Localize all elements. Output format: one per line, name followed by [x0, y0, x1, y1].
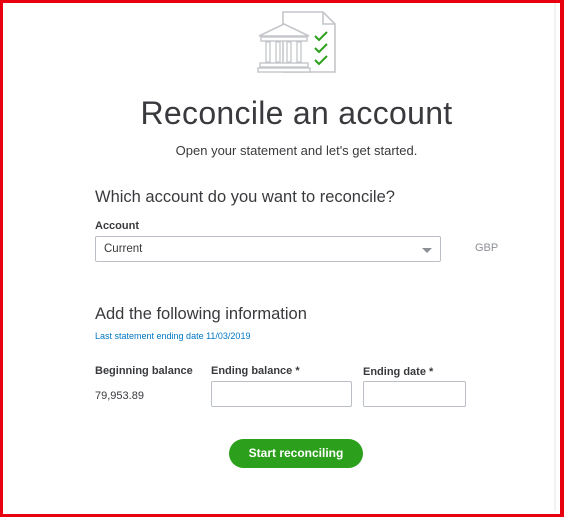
ending-date-input[interactable]	[363, 381, 466, 407]
beginning-balance-value: 79,953.89	[95, 390, 144, 402]
account-select[interactable]: Current	[95, 236, 441, 262]
currency-label: GBP	[475, 242, 499, 254]
ending-balance-input[interactable]	[211, 381, 352, 407]
scrollbar-track	[554, 3, 556, 511]
account-section-heading: Which account do you want to reconcile?	[95, 188, 395, 206]
beginning-balance-label: Beginning balance	[95, 365, 193, 377]
bank-checklist-icon	[257, 11, 336, 73]
info-section-heading: Add the following information	[95, 305, 307, 323]
page-title: Reconcile an account	[140, 95, 453, 131]
account-label: Account	[95, 220, 139, 232]
ending-balance-label: Ending balance *	[211, 365, 300, 377]
page-subtitle: Open your statement and let's get starte…	[175, 143, 418, 158]
ending-date-label: Ending date *	[363, 366, 434, 378]
start-reconciling-button[interactable]: Start reconciling	[229, 439, 363, 468]
account-select-value: Current	[104, 243, 143, 255]
chevron-down-icon[interactable]	[422, 248, 432, 253]
last-statement-hint: Last statement ending date 11/03/2019	[95, 331, 251, 341]
